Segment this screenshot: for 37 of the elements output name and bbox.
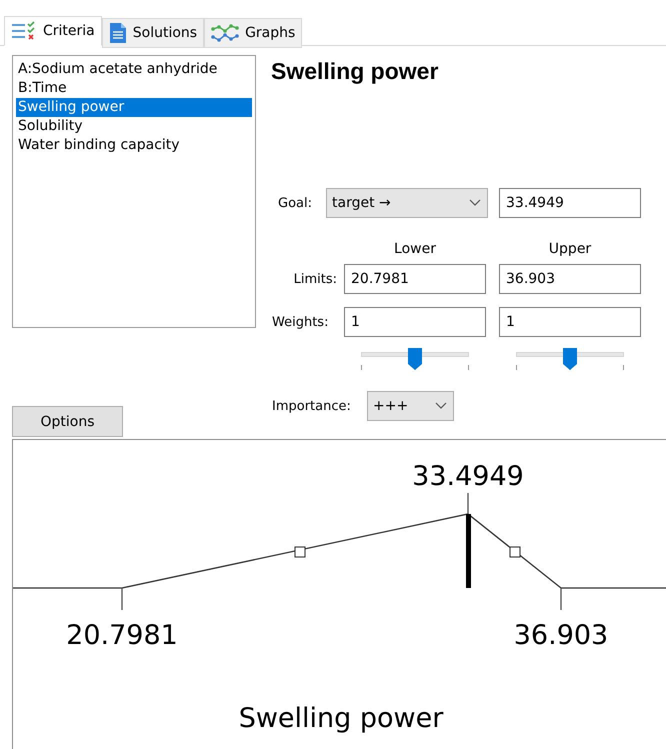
list-item[interactable]: Solubility	[16, 117, 252, 136]
target-marker[interactable]	[466, 514, 471, 588]
target-label: 33.4949	[412, 461, 524, 492]
list-item[interactable]: B:Time	[16, 79, 252, 98]
list-item[interactable]: Water binding capacity	[16, 136, 252, 155]
tab[interactable]: Graphs	[204, 18, 302, 48]
chevron-down-icon	[469, 199, 481, 207]
slider-thumb[interactable]	[563, 348, 577, 370]
field-label: Goal:	[277, 196, 313, 210]
weight-slider[interactable]	[516, 348, 624, 372]
tab[interactable]: Solutions	[102, 18, 204, 48]
options-button[interactable]: Options	[12, 406, 123, 437]
upper-limit-label: 36.903	[514, 620, 608, 651]
line-graph-icon	[211, 23, 240, 43]
goal-dropdown[interactable]: target →	[326, 188, 488, 218]
importance-dropdown[interactable]: +++	[367, 391, 454, 421]
list-item[interactable]: A:Sodium acetate anhydride	[16, 60, 252, 79]
upper-weight-field[interactable]: 1	[499, 307, 641, 337]
chart-title: Swelling power	[238, 703, 444, 734]
document-icon	[108, 22, 127, 44]
field-label: Weights:	[271, 314, 330, 330]
slider-thumb[interactable]	[408, 348, 422, 370]
tab[interactable]: Criteria	[4, 16, 102, 46]
upper-limit-field[interactable]: 36.903	[499, 264, 641, 294]
field-label: Importance:	[271, 398, 352, 414]
weight-slider[interactable]	[361, 348, 469, 372]
chevron-down-icon	[435, 402, 447, 410]
target-field[interactable]: 33.4949	[499, 188, 641, 218]
list-item[interactable]: Swelling power	[16, 98, 252, 117]
field-label: Limits:	[292, 272, 338, 286]
lower-limit-field[interactable]: 20.7981	[344, 264, 486, 294]
column-header: Lower	[393, 241, 437, 257]
criterion-title: Swelling power	[271, 58, 440, 86]
lower-limit-label: 20.7981	[66, 620, 178, 651]
lower-weight-field[interactable]: 1	[344, 307, 486, 337]
checklist-icon	[11, 21, 37, 41]
column-header: Upper	[548, 241, 592, 257]
